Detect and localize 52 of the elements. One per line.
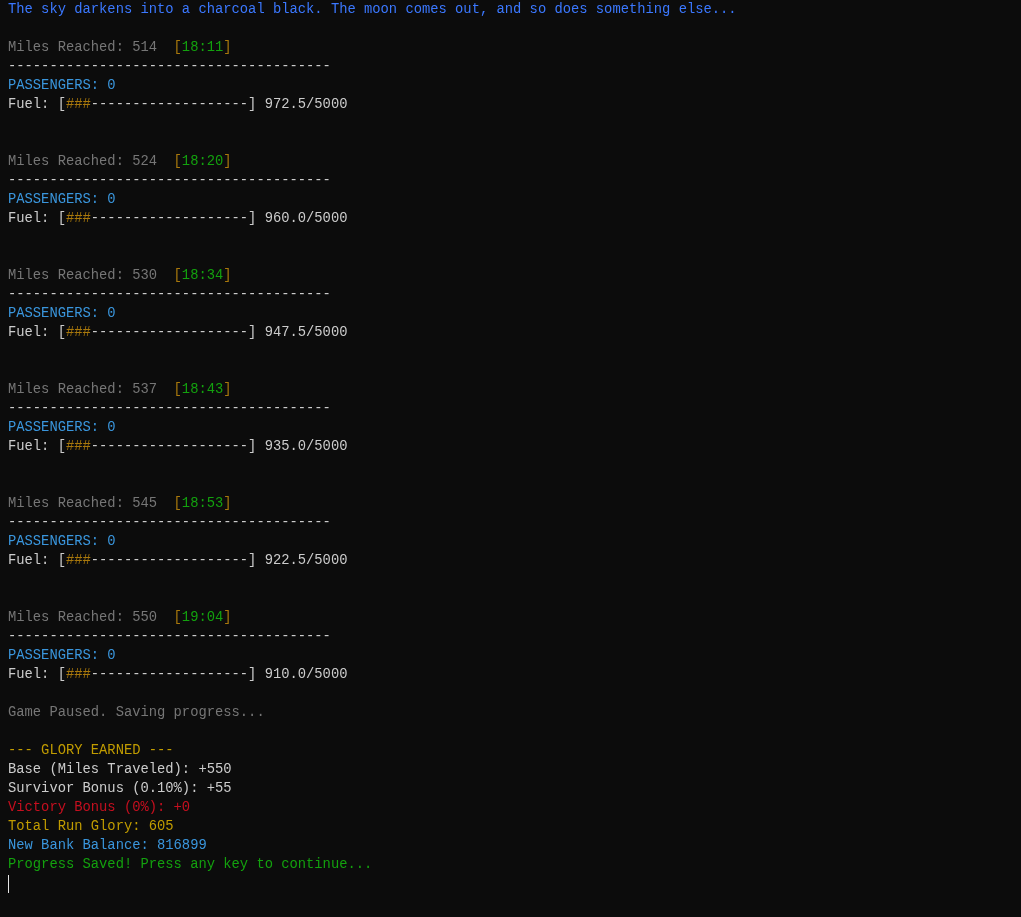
penalty-line: Victory Bonus (0%): +0 (8, 799, 191, 817)
divider-text: --------------------------------------- (8, 628, 331, 646)
status-message: Game Paused. Saving progress... (8, 704, 265, 722)
miles-reading: Miles Reached: 545 (8, 495, 158, 513)
time-label: [18:20] (173, 153, 232, 171)
miles-reading: Miles Reached: 514 (8, 39, 158, 57)
divider-text: --------------------------------------- (8, 286, 331, 304)
fuel-label: Fuel: (8, 666, 50, 684)
miles-reading: Miles Reached: 537 (8, 381, 158, 399)
fuel-gauge: [###-------------------] (57, 552, 257, 570)
divider-text: --------------------------------------- (8, 514, 331, 532)
fuel-reading: 947.5/5000 (264, 324, 348, 342)
fuel-reading: 960.0/5000 (264, 210, 348, 228)
fuel-reading: 922.5/5000 (264, 552, 348, 570)
fuel-label: Fuel: (8, 552, 50, 570)
intro-message: The sky darkens into a charcoal black. The moon comes out, and so does something else... (8, 1, 737, 19)
summary-line: Base (Miles Traveled): +550 (8, 761, 232, 779)
time-label: [18:11] (173, 39, 232, 57)
fuel-reading: 935.0/5000 (264, 438, 348, 456)
divider-text: --------------------------------------- (8, 58, 331, 76)
text-cursor (8, 874, 9, 893)
fuel-label: Fuel: (8, 210, 50, 228)
passengers-count: PASSENGERS: 0 (8, 191, 116, 209)
fuel-label: Fuel: (8, 96, 50, 114)
fuel-label: Fuel: (8, 438, 50, 456)
time-label: [18:43] (173, 381, 232, 399)
passengers-count: PASSENGERS: 0 (8, 419, 116, 437)
fuel-gauge: [###-------------------] (57, 438, 257, 456)
divider-text: --------------------------------------- (8, 172, 331, 190)
total-line: Total Run Glory: 605 (8, 818, 174, 836)
fuel-reading: 972.5/5000 (264, 96, 348, 114)
miles-reading: Miles Reached: 530 (8, 267, 158, 285)
time-label: [18:53] (173, 495, 232, 513)
fuel-gauge: [###-------------------] (57, 324, 257, 342)
summary-line: Survivor Bonus (0.10%): +55 (8, 780, 232, 798)
fuel-gauge: [###-------------------] (57, 210, 257, 228)
time-label: [19:04] (173, 609, 232, 627)
passengers-count: PASSENGERS: 0 (8, 77, 116, 95)
fuel-gauge: [###-------------------] (57, 96, 257, 114)
fuel-label: Fuel: (8, 324, 50, 342)
fuel-gauge: [###-------------------] (57, 666, 257, 684)
miles-reading: Miles Reached: 550 (8, 609, 158, 627)
passengers-count: PASSENGERS: 0 (8, 647, 116, 665)
passengers-count: PASSENGERS: 0 (8, 305, 116, 323)
balance-line: New Bank Balance: 816899 (8, 837, 207, 855)
miles-reading: Miles Reached: 524 (8, 153, 158, 171)
divider-text: --------------------------------------- (8, 400, 331, 418)
section-heading: --- GLORY EARNED --- (8, 742, 174, 760)
passengers-count: PASSENGERS: 0 (8, 533, 116, 551)
time-label: [18:34] (173, 267, 232, 285)
fuel-reading: 910.0/5000 (264, 666, 348, 684)
status-message: Progress Saved! Press any key to continue... (8, 856, 373, 874)
